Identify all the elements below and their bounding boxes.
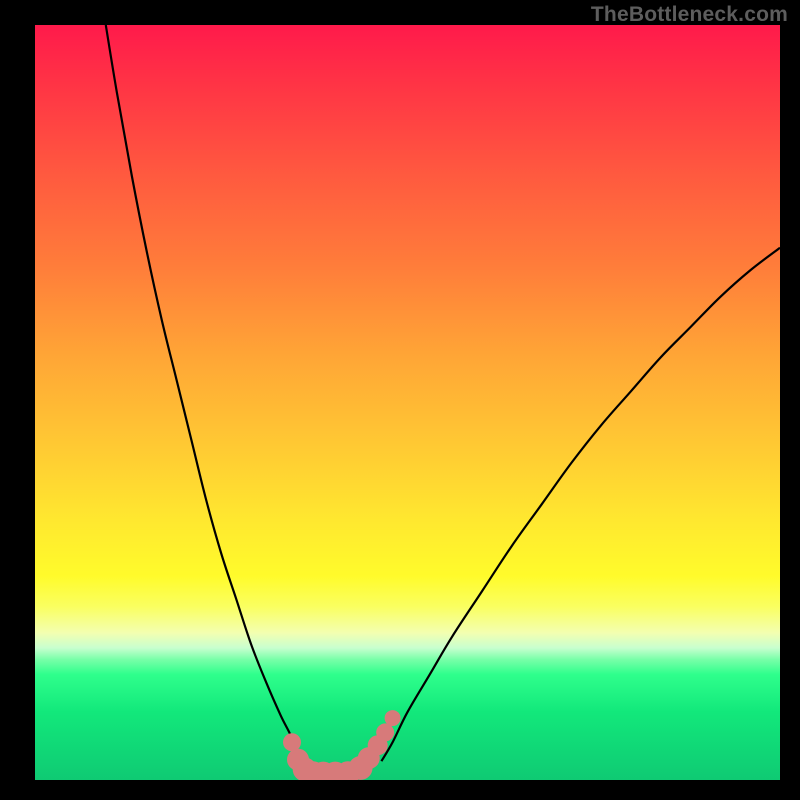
plot-area [35, 25, 780, 780]
curve-right-arm [381, 248, 780, 761]
marker-group [283, 710, 401, 780]
curve-left-arm [106, 25, 298, 761]
outer-frame: TheBottleneck.com [0, 0, 800, 800]
marker-dot [376, 723, 394, 741]
marker-dot [385, 710, 401, 726]
chart-svg [35, 25, 780, 780]
attribution-text: TheBottleneck.com [591, 3, 788, 27]
marker-dot [283, 733, 301, 751]
